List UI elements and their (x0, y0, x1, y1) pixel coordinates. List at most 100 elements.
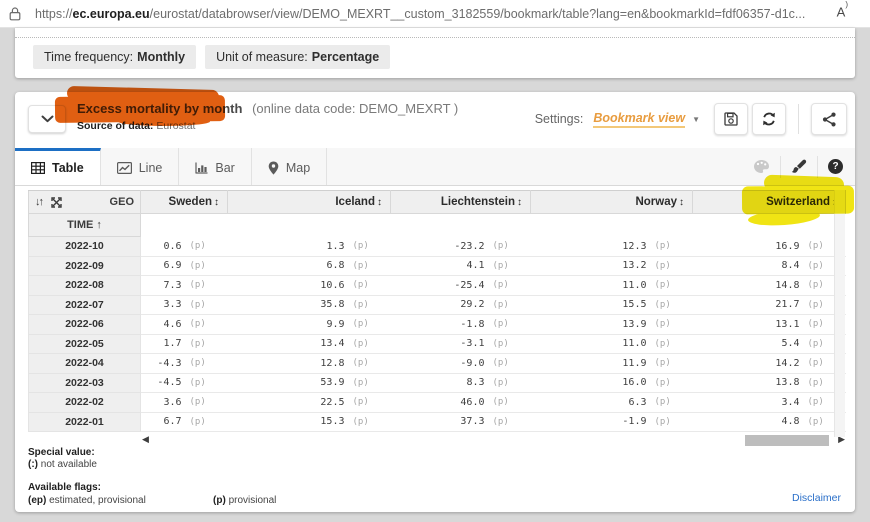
row-time-label: 2022-07 (29, 295, 141, 315)
tab-map[interactable]: Map (252, 148, 327, 185)
table-cell: 22.5(p) (228, 393, 391, 413)
disclaimer-link[interactable]: Disclaimer (792, 492, 841, 504)
row-time-label: 2022-03 (29, 373, 141, 393)
column-sort-icon[interactable]: ↕ (517, 197, 522, 208)
column-sort-icon[interactable]: ↕ (377, 197, 382, 208)
filter-chip-time-frequency[interactable]: Time frequency:Monthly (33, 45, 196, 69)
table-cell: -1.9(p) (531, 412, 693, 432)
table-row: 2022-064.6(p)9.9(p)-1.8(p)13.9(p)13.1(p) (29, 315, 846, 335)
flag-ep: (ep) estimated, provisional (28, 495, 213, 507)
filter-panel: Time frequency:Monthly Unit of measure:P… (15, 28, 855, 78)
column-header-iceland[interactable]: Iceland↕ (228, 191, 391, 214)
table-cell: 15.5(p) (531, 295, 693, 315)
table-cell: 16.0(p) (531, 373, 693, 393)
table-row: 2022-100.6(p)1.3(p)-23.2(p)12.3(p)16.9(p… (29, 237, 846, 257)
table-cell: 6.9(p) (141, 256, 228, 276)
table-cell: 13.1(p) (693, 315, 846, 335)
row-time-label: 2022-02 (29, 393, 141, 413)
table-cell: -9.0(p) (391, 354, 531, 374)
column-sort-icon[interactable]: ↕ (679, 197, 684, 208)
collapse-header-button[interactable] (28, 105, 66, 133)
table-cell: 1.7(p) (141, 334, 228, 354)
table-cell: 6.7(p) (141, 412, 228, 432)
divider (780, 156, 781, 178)
tab-map-label: Map (286, 161, 310, 175)
vertical-scrollbar[interactable] (834, 190, 845, 437)
table-cell: 4.8(p) (693, 412, 846, 432)
table-cell: 8.4(p) (693, 256, 846, 276)
table-cell: 5.4(p) (693, 334, 846, 354)
map-pin-icon (268, 161, 279, 175)
tab-line[interactable]: Line (101, 148, 180, 185)
column-header-switzerland[interactable]: Switzerland↕ (693, 191, 846, 214)
table-cell: 13.8(p) (693, 373, 846, 393)
row-time-label: 2022-10 (29, 237, 141, 257)
source-of-data: Source of data: Eurostat (77, 120, 195, 132)
tab-bar[interactable]: Bar (179, 148, 251, 185)
row-time-label: 2022-04 (29, 354, 141, 374)
table-cell: 21.7(p) (693, 295, 846, 315)
table-icon (31, 162, 45, 174)
dataset-title-line: Excess mortality by month (online data c… (77, 101, 458, 116)
row-time-label: 2022-09 (29, 256, 141, 276)
row-time-label: 2022-06 (29, 315, 141, 335)
column-header-liechtenstein[interactable]: Liechtenstein↕ (391, 191, 531, 214)
brush-icon[interactable] (791, 159, 807, 175)
table-row: 2022-051.7(p)13.4(p)-3.1(p)11.0(p)5.4(p) (29, 334, 846, 354)
refresh-icon (761, 111, 777, 127)
bar-chart-icon (195, 162, 208, 174)
table-cell: 29.2(p) (391, 295, 531, 315)
scroll-left-icon[interactable]: ◀ (142, 434, 149, 445)
view-tabs: Table Line Bar Map ? (15, 148, 855, 186)
row-time-label: 2022-08 (29, 276, 141, 296)
share-button[interactable] (811, 103, 847, 135)
table-cell: -1.8(p) (391, 315, 531, 335)
table-row: 2022-04-4.3(p)12.8(p)-9.0(p)11.9(p)14.2(… (29, 354, 846, 374)
column-header-norway[interactable]: Norway↕ (531, 191, 693, 214)
save-button[interactable] (714, 103, 748, 135)
table-cell: 37.3(p) (391, 412, 531, 432)
column-sort-icon[interactable]: ↕ (214, 197, 219, 208)
time-sort-header[interactable]: TIME ↑ (29, 214, 141, 237)
refresh-button[interactable] (752, 103, 786, 135)
expand-table-icon[interactable] (51, 197, 62, 208)
settings-view-select[interactable]: Bookmark view (593, 111, 685, 128)
row-time-label: 2022-05 (29, 334, 141, 354)
table-row: 2022-073.3(p)35.8(p)29.2(p)15.5(p)21.7(p… (29, 295, 846, 315)
table-cell: -23.2(p) (391, 237, 531, 257)
filter-chips: Time frequency:Monthly Unit of measure:P… (33, 45, 390, 69)
table-cell: -25.4(p) (391, 276, 531, 296)
line-chart-icon (117, 162, 132, 174)
filter-chip-unit-of-measure[interactable]: Unit of measure:Percentage (205, 45, 390, 69)
settings-bar: Settings: Bookmark view ▼ (535, 103, 847, 135)
geo-header-row: ↓↑ GEO Sweden↕Iceland↕Liechtenstein↕Norw… (29, 191, 846, 214)
dataset-code: (online data code: DEMO_MEXRT ) (252, 101, 458, 116)
url-text[interactable]: https://ec.europa.eu/eurostat/databrowse… (35, 7, 805, 21)
table-cell: 3.4(p) (693, 393, 846, 413)
tab-bar-label: Bar (215, 161, 234, 175)
geo-dimension-label: GEO (110, 196, 134, 208)
scrollbar-thumb[interactable] (745, 435, 829, 446)
column-header-sweden[interactable]: Sweden↕ (141, 191, 228, 214)
read-aloud-icon[interactable]: A) (837, 4, 848, 19)
help-icon[interactable]: ? (828, 159, 843, 174)
chevron-down-icon[interactable]: ▼ (692, 115, 700, 124)
table-cell: 0.6(p) (141, 237, 228, 257)
floppy-disk-icon (723, 111, 739, 127)
available-flags-label: Available flags: (28, 482, 276, 494)
table-cell: 53.9(p) (228, 373, 391, 393)
palette-icon[interactable] (753, 159, 770, 174)
table-cell: 10.6(p) (228, 276, 391, 296)
sort-rows-icon[interactable]: ↓↑ (35, 196, 42, 208)
tab-table[interactable]: Table (15, 148, 101, 185)
table-cell: 6.8(p) (228, 256, 391, 276)
table-cell: -4.3(p) (141, 354, 228, 374)
browser-address-bar[interactable]: https://ec.europa.eu/eurostat/databrowse… (0, 0, 870, 28)
table-cell: 4.6(p) (141, 315, 228, 335)
tabs-spacer (327, 148, 753, 185)
table-cell: 1.3(p) (228, 237, 391, 257)
tab-table-label: Table (52, 161, 84, 175)
table-cell: -3.1(p) (391, 334, 531, 354)
table-cell: 14.8(p) (693, 276, 846, 296)
tab-line-label: Line (139, 161, 163, 175)
